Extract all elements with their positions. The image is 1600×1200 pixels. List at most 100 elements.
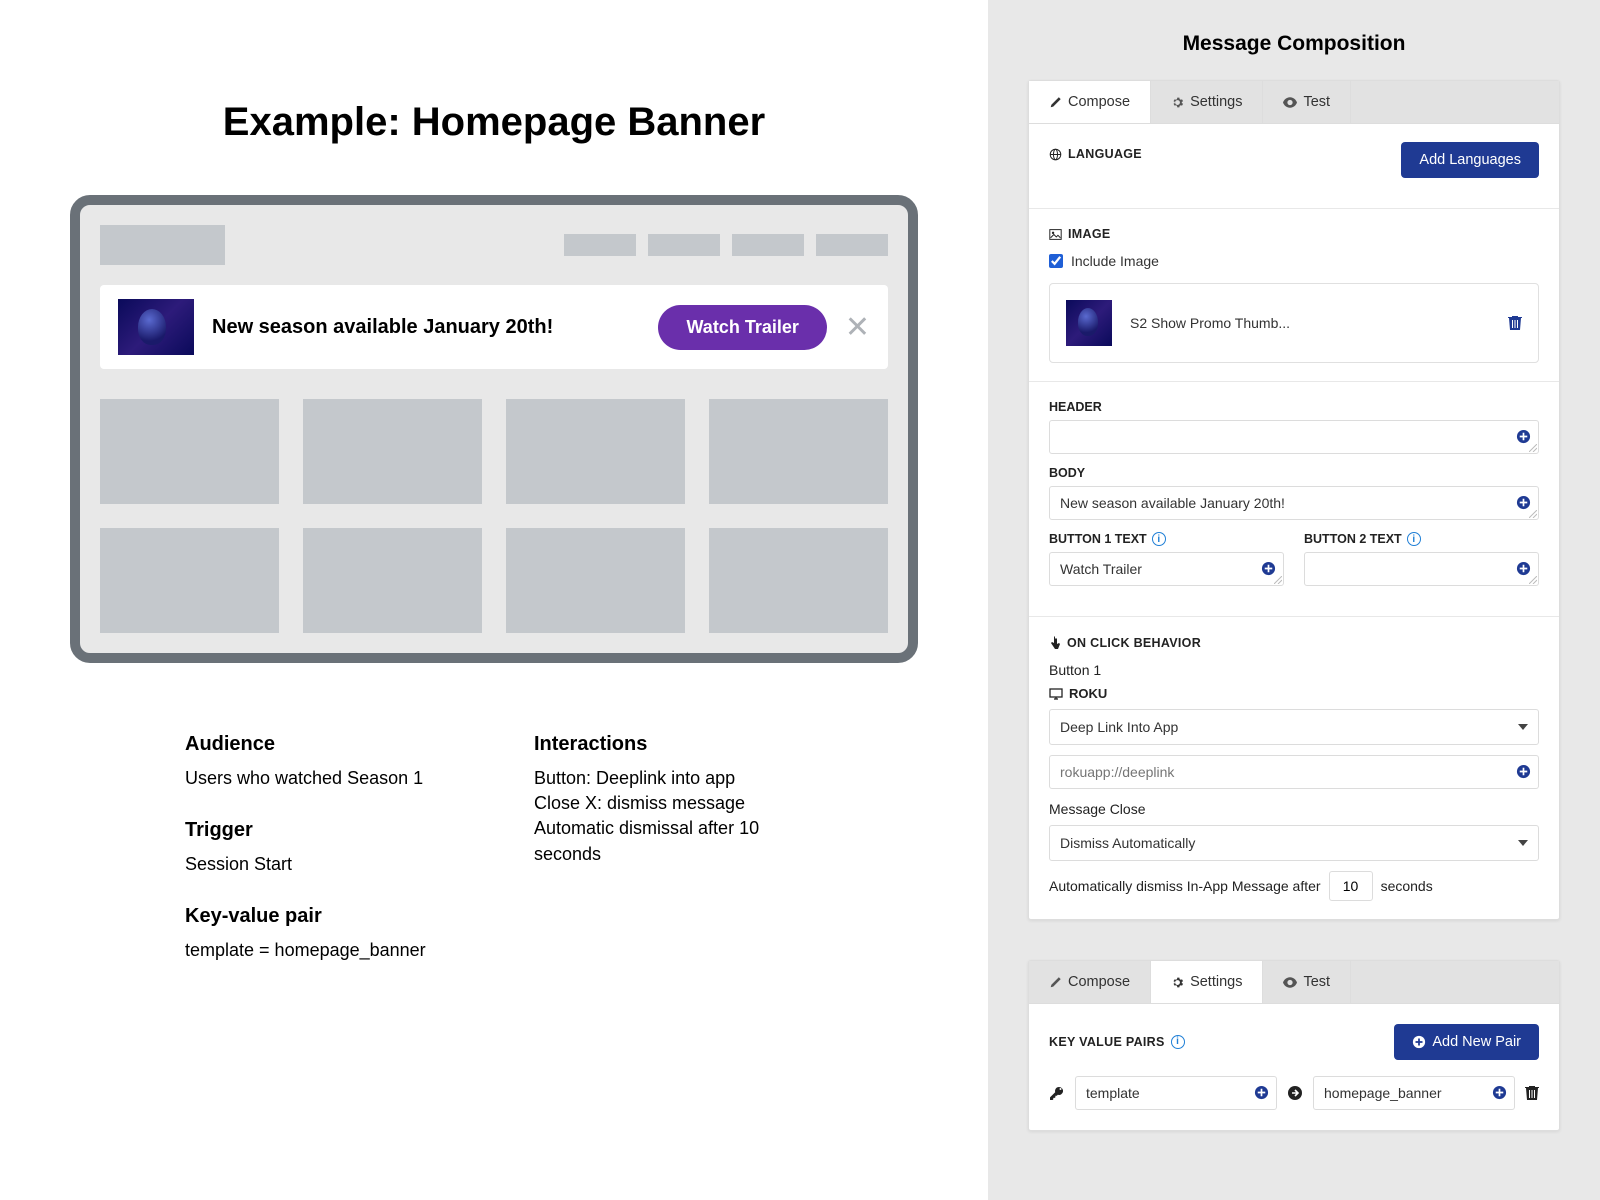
- roku-action-select[interactable]: Deep Link Into App: [1049, 709, 1539, 745]
- interaction-item: Close X: dismiss message: [534, 791, 803, 816]
- tab-compose-label: Compose: [1068, 974, 1130, 990]
- kvp-heading: Key-value pair: [185, 905, 454, 928]
- interaction-item: Automatic dismissal after 10 seconds: [534, 816, 803, 866]
- wireframe-tile: [506, 528, 685, 633]
- banner-text: New season available January 20th!: [212, 316, 553, 339]
- image-icon: [1049, 227, 1062, 241]
- example-title: Example: Homepage Banner: [70, 100, 918, 145]
- resize-handle-icon: [1529, 576, 1537, 584]
- tab-test[interactable]: Test: [1263, 81, 1351, 123]
- panel-title: Message Composition: [1028, 0, 1560, 80]
- info-icon[interactable]: i: [1171, 1035, 1185, 1049]
- pointer-icon: [1049, 635, 1061, 650]
- add-new-pair-label: Add New Pair: [1432, 1034, 1521, 1050]
- include-image-checkbox[interactable]: [1049, 254, 1063, 268]
- header-field-label: HEADER: [1049, 400, 1539, 414]
- tab-test[interactable]: Test: [1263, 961, 1351, 1003]
- dismiss-text-post: seconds: [1381, 878, 1433, 894]
- dismiss-seconds-input[interactable]: [1329, 871, 1373, 901]
- tab-compose-label: Compose: [1068, 94, 1130, 110]
- button2-text-input[interactable]: [1304, 552, 1539, 586]
- audience-value: Users who watched Season 1: [185, 766, 454, 791]
- wireframe-mockup: New season available January 20th! Watch…: [70, 195, 918, 663]
- tab-settings-label: Settings: [1190, 974, 1242, 990]
- compose-panel: Compose Settings Test LANGUAGE Add Langu…: [1028, 80, 1560, 920]
- wireframe-nav-placeholder: [732, 234, 804, 256]
- button1-text-input[interactable]: [1049, 552, 1284, 586]
- wireframe-tile: [709, 528, 888, 633]
- trigger-value: Session Start: [185, 852, 454, 877]
- button1-field-label: BUTTON 1 TEXT: [1049, 532, 1147, 546]
- kvp-panel: Compose Settings Test KEY VALUE PAIRS i …: [1028, 960, 1560, 1131]
- button2-field-label: BUTTON 2 TEXT: [1304, 532, 1402, 546]
- body-field-label: BODY: [1049, 466, 1539, 480]
- include-image-checkbox-row[interactable]: Include Image: [1049, 253, 1539, 269]
- wireframe-tile: [709, 399, 888, 504]
- gear-icon: [1171, 974, 1184, 990]
- trigger-heading: Trigger: [185, 819, 454, 842]
- language-label: LANGUAGE: [1068, 147, 1142, 161]
- roku-platform-label: ROKU: [1069, 686, 1107, 701]
- body-input[interactable]: [1049, 486, 1539, 520]
- wireframe-tile: [100, 399, 279, 504]
- banner-thumbnail: [118, 299, 194, 355]
- arrow-right-icon: [1287, 1084, 1303, 1102]
- tab-test-label: Test: [1303, 94, 1330, 110]
- monitor-icon: [1049, 686, 1063, 701]
- include-image-label: Include Image: [1071, 253, 1159, 269]
- dismiss-text-pre: Automatically dismiss In-App Message aft…: [1049, 878, 1321, 894]
- eye-icon: [1283, 94, 1297, 110]
- wireframe-tile: [100, 528, 279, 633]
- info-icon[interactable]: i: [1407, 532, 1421, 546]
- add-new-pair-button[interactable]: Add New Pair: [1394, 1024, 1539, 1060]
- kvp-value-input[interactable]: [1313, 1076, 1515, 1110]
- header-input[interactable]: [1049, 420, 1539, 454]
- pencil-icon: [1049, 974, 1062, 990]
- trash-icon[interactable]: [1508, 314, 1522, 332]
- wireframe-tile: [303, 528, 482, 633]
- globe-icon: [1049, 147, 1062, 161]
- tab-settings-label: Settings: [1190, 94, 1242, 110]
- image-card: S2 Show Promo Thumb...: [1049, 283, 1539, 363]
- roku-action-select-value: Deep Link Into App: [1060, 719, 1178, 735]
- wireframe-nav-placeholder: [816, 234, 888, 256]
- image-filename: S2 Show Promo Thumb...: [1130, 315, 1490, 331]
- watch-trailer-button[interactable]: Watch Trailer: [658, 305, 826, 350]
- add-languages-button[interactable]: Add Languages: [1401, 142, 1539, 178]
- trash-icon[interactable]: [1525, 1084, 1539, 1102]
- message-close-label: Message Close: [1049, 801, 1539, 817]
- close-icon[interactable]: ✕: [845, 310, 870, 345]
- wireframe-logo-placeholder: [100, 225, 225, 265]
- image-section-label: IMAGE: [1068, 227, 1110, 241]
- caret-down-icon: [1518, 840, 1528, 846]
- eye-icon: [1283, 974, 1297, 990]
- homepage-banner: New season available January 20th! Watch…: [100, 285, 888, 369]
- kvp-key-input[interactable]: [1075, 1076, 1277, 1110]
- caret-down-icon: [1518, 724, 1528, 730]
- interaction-item: Button: Deeplink into app: [534, 766, 803, 791]
- wireframe-tile: [303, 399, 482, 504]
- message-close-select[interactable]: Dismiss Automatically: [1049, 825, 1539, 861]
- tab-settings[interactable]: Settings: [1151, 81, 1263, 123]
- onclick-label: ON CLICK BEHAVIOR: [1067, 636, 1201, 650]
- pencil-icon: [1049, 94, 1062, 110]
- plus-circle-icon[interactable]: [1254, 1084, 1269, 1102]
- resize-handle-icon: [1274, 576, 1282, 584]
- tab-compose[interactable]: Compose: [1029, 81, 1151, 123]
- plus-circle-icon[interactable]: [1492, 1084, 1507, 1102]
- kvp-value: template = homepage_banner: [185, 938, 454, 963]
- button1-subheading: Button 1: [1049, 662, 1539, 678]
- info-icon[interactable]: i: [1152, 532, 1166, 546]
- plus-circle-icon[interactable]: [1516, 763, 1531, 781]
- image-thumbnail: [1066, 300, 1112, 346]
- wireframe-nav-placeholder: [564, 234, 636, 256]
- wireframe-tile: [506, 399, 685, 504]
- gear-icon: [1171, 94, 1184, 110]
- plus-circle-icon: [1412, 1035, 1426, 1049]
- deeplink-input[interactable]: [1049, 755, 1539, 789]
- resize-handle-icon: [1529, 444, 1537, 452]
- tab-compose[interactable]: Compose: [1029, 961, 1151, 1003]
- audience-heading: Audience: [185, 733, 454, 756]
- interactions-heading: Interactions: [534, 733, 803, 756]
- tab-settings[interactable]: Settings: [1151, 961, 1263, 1003]
